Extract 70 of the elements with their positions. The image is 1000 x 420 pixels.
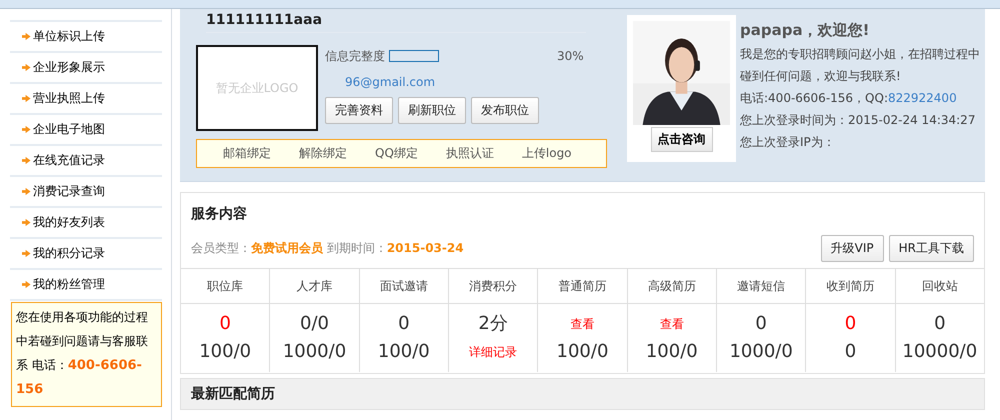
- bind-link[interactable]: 邮箱绑定: [223, 145, 271, 162]
- cell-value: 100/0: [199, 340, 252, 364]
- greeting: papapa，欢迎您!: [740, 21, 870, 40]
- cell-value: 2分: [478, 312, 508, 336]
- action-button[interactable]: 完善资料: [325, 97, 393, 124]
- sidebar-item[interactable]: 单位标识上传: [10, 22, 162, 53]
- cell-value: 100/0: [378, 340, 430, 364]
- cell-value: 0: [219, 312, 231, 336]
- column-header: 回收站: [896, 269, 984, 304]
- percent-text: 30%: [557, 49, 584, 63]
- cell-link[interactable]: 查看: [660, 311, 684, 337]
- arrow-icon: [22, 156, 31, 165]
- sidebar-item[interactable]: 消费记录查询: [10, 177, 162, 208]
- bind-link[interactable]: 执照认证: [446, 145, 494, 162]
- phone-text: 电话:400-6606-156，QQ:: [740, 91, 888, 105]
- cell-link[interactable]: 详细记录: [469, 339, 518, 365]
- member-type: 免费试用会员: [251, 241, 323, 255]
- sidebar-item[interactable]: 我的积分记录: [10, 239, 162, 270]
- sidebar-item[interactable]: 我的好友列表: [10, 208, 162, 239]
- cell-value: 0: [844, 312, 856, 336]
- service-button[interactable]: HR工具下载: [888, 235, 974, 262]
- cell-value: 1000/0: [729, 340, 793, 364]
- last-login-time: 您上次登录时间为：2015-02-24 14:34:27: [740, 112, 976, 129]
- column-header: 邀请短信: [716, 269, 806, 304]
- arrow-icon: [22, 63, 31, 72]
- expiry-label: 到期时间：: [326, 241, 387, 255]
- arrow-icon: [22, 249, 31, 258]
- cell-value: 0: [755, 312, 767, 336]
- cell-value: 100/0: [556, 340, 608, 364]
- cell-value: 0: [844, 340, 856, 364]
- column-header: 收到简历: [806, 269, 895, 304]
- arrow-icon: [22, 32, 31, 41]
- sidebar-item[interactable]: 在线充值记录: [10, 146, 162, 177]
- arrow-icon: [22, 125, 31, 134]
- cell-value: 0: [934, 312, 946, 336]
- column-header: 面试邀请: [360, 269, 448, 304]
- section-title: 服务内容: [190, 204, 248, 224]
- column-header: 职位库: [181, 269, 270, 304]
- intro-text: 我是您的专职招聘顾问赵小姐，在招聘过程中碰到任何问题，欢迎与我联系!: [740, 46, 981, 85]
- sidebar-item[interactable]: 企业电子地图: [10, 115, 162, 146]
- cell-value: 1000/0: [282, 340, 346, 364]
- completeness-label: 信息完整度: [325, 48, 385, 64]
- section-title: 最新匹配简历: [191, 385, 275, 403]
- company-name: 111111111aaa: [206, 12, 586, 33]
- arrow-icon: [22, 187, 31, 196]
- expiry-date: 2015-03-24: [386, 241, 464, 255]
- last-login-ip: 您上次登录IP为：: [740, 134, 836, 151]
- member-type-label: 会员类型：: [191, 241, 251, 255]
- action-button[interactable]: 发布职位: [471, 97, 539, 124]
- arrow-icon: [22, 280, 31, 289]
- sidebar-item[interactable]: 营业执照上传: [10, 84, 162, 115]
- cell-value: 10000/0: [902, 340, 978, 364]
- sidebar-item[interactable]: 企业形象展示: [10, 53, 162, 84]
- consult-button[interactable]: 点击咨询: [650, 127, 712, 152]
- cell-value: 100/0: [646, 340, 698, 364]
- bind-link[interactable]: QQ绑定: [375, 145, 418, 162]
- service-button[interactable]: 升级VIP: [820, 235, 884, 262]
- cell-link[interactable]: 查看: [570, 311, 594, 337]
- help-note: 您在使用各项功能的过程中若碰到问题请与客服联系 电话：400-6606-156: [11, 302, 162, 407]
- column-header: 高级简历: [628, 269, 716, 304]
- bind-link[interactable]: 上传logo: [522, 145, 572, 162]
- arrow-icon: [22, 218, 31, 227]
- cell-value: 0: [398, 312, 410, 336]
- action-button[interactable]: 刷新职位: [398, 97, 466, 124]
- column-header: 消费积分: [448, 269, 538, 304]
- bind-link[interactable]: 解除绑定: [299, 145, 347, 162]
- column-header: 人才库: [270, 269, 359, 304]
- cell-value: 0/0: [300, 312, 329, 336]
- arrow-icon: [22, 94, 31, 103]
- column-header: 普通简历: [538, 269, 627, 304]
